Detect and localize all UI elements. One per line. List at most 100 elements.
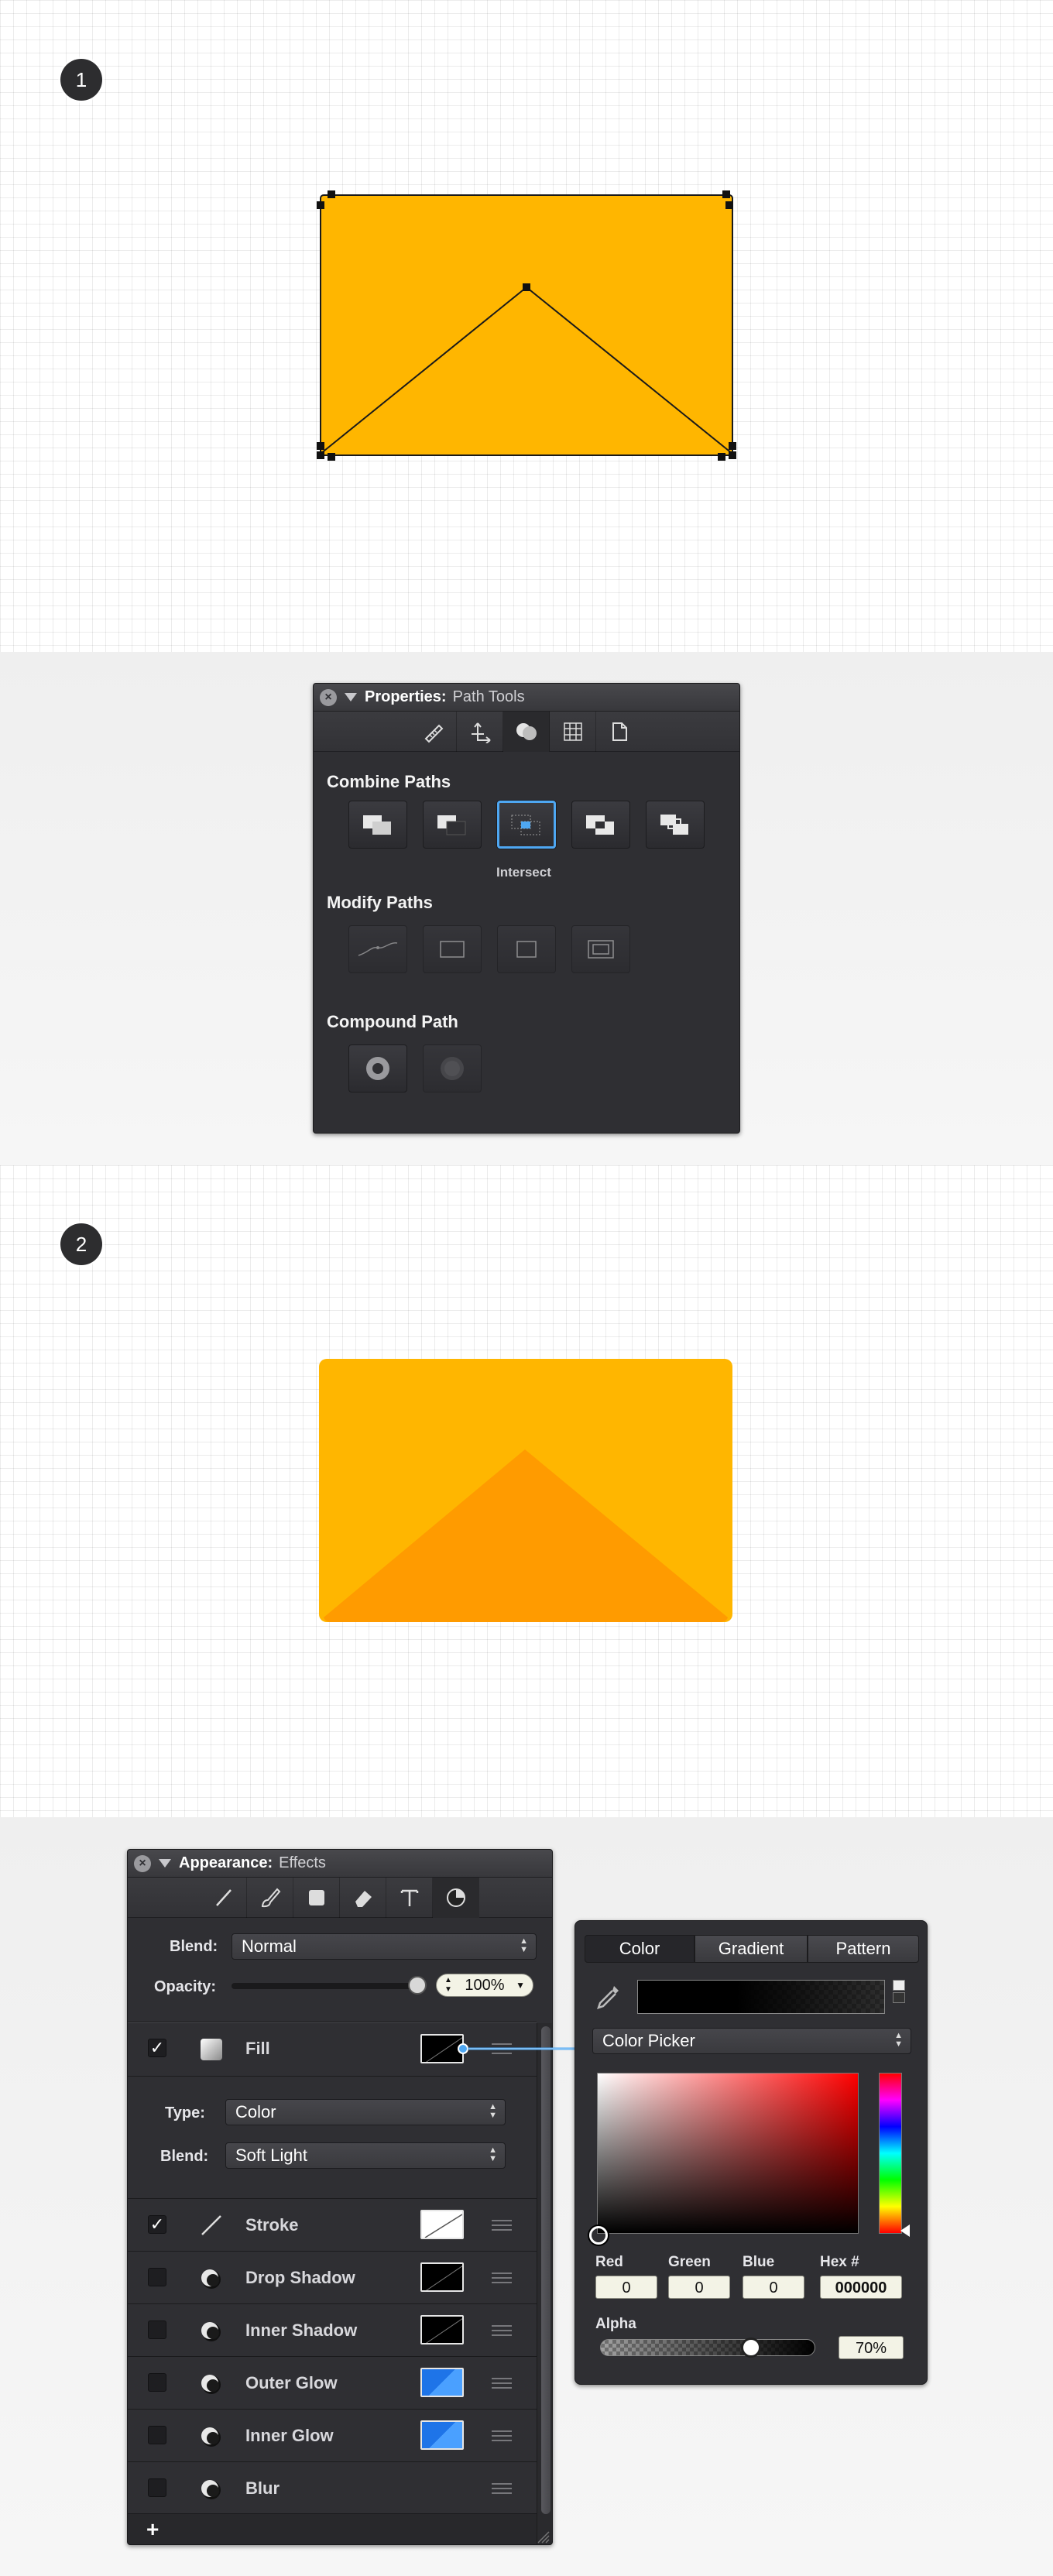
resize-grip-icon[interactable] [535,2529,551,2544]
hex-label: Hex # [820,2254,859,2270]
saturation-value-field[interactable] [597,2073,859,2234]
fill-blend-value: Soft Light [235,2146,307,2165]
union-button[interactable] [348,801,407,849]
eyedropper-icon[interactable] [592,1981,623,2012]
transform-icon[interactable] [457,711,503,752]
intersected-shape[interactable] [319,1359,734,1624]
collapse-triangle-icon[interactable] [345,693,357,701]
add-effect-button[interactable]: + [146,2517,159,2542]
green-field[interactable]: 0 [668,2276,730,2299]
effect-swatch[interactable] [420,2368,464,2397]
fill-type-value: Color [235,2102,276,2122]
red-field[interactable]: 0 [595,2276,657,2299]
hue-slider[interactable] [879,2073,902,2234]
collapse-triangle-icon[interactable] [159,1859,171,1868]
effect-row[interactable]: Inner Shadow [128,2304,537,2357]
swap-colors-icon[interactable] [893,1980,908,2014]
alpha-field[interactable]: 70% [839,2336,904,2359]
effect-name: Blur [245,2478,280,2498]
effect-row[interactable]: Outer Glow [128,2357,537,2410]
effects-icon[interactable] [433,1877,479,1918]
appearance-tabbar [128,1877,552,1918]
release-compound-button[interactable] [423,1044,482,1092]
effect-checkbox[interactable]: ✓ [148,2215,166,2234]
step-badge-2: 2 [60,1223,102,1265]
fill-checkbox[interactable]: ✓ [148,2039,166,2057]
effect-checkbox[interactable] [148,2426,166,2444]
opacity-slider-track[interactable] [232,1983,417,1989]
effect-swatch[interactable] [420,2315,464,2344]
hue-slider-indicator[interactable] [900,2224,910,2237]
brush-icon[interactable] [247,1877,293,1918]
effect-checkbox[interactable] [148,2478,166,2497]
stepper-arrows-icon: ▲ ▼ [444,1976,452,1994]
fill-blend-label: Blend: [160,2148,209,2165]
square-path-button[interactable] [497,925,556,973]
effect-checkbox[interactable] [148,2373,166,2392]
make-compound-icon [366,1057,389,1080]
color-well-preview[interactable] [637,1980,885,2014]
selected-tool-label: Intersect [496,865,551,880]
effect-checkbox[interactable] [148,2268,166,2286]
line-icon[interactable] [201,1877,247,1918]
opacity-slider-thumb[interactable] [408,1976,427,1995]
ruler-icon[interactable] [410,711,457,752]
divide-button[interactable] [646,801,705,849]
intersect-icon [511,815,540,835]
select-arrows-icon: ▲ ▼ [489,2146,497,2163]
rectangle-path-icon [440,941,465,958]
curve-path-button[interactable] [348,925,407,973]
alpha-slider-thumb[interactable] [740,2338,761,2358]
effect-name: Stroke [245,2215,299,2235]
rectangle-path-button[interactable] [423,925,482,973]
close-icon[interactable]: × [320,688,337,706]
drag-handle-icon[interactable] [492,2378,512,2389]
effect-checkbox[interactable] [148,2320,166,2339]
drag-handle-icon[interactable] [492,2430,512,2441]
alpha-slider[interactable] [600,2339,815,2356]
effect-swatch[interactable] [420,2210,464,2239]
path-tools-icon[interactable] [503,711,550,752]
drag-handle-icon[interactable] [492,2483,512,2494]
inset-rect-button[interactable] [571,925,630,973]
fill-blend-select[interactable]: Soft Light ▲ ▼ [225,2142,506,2169]
opacity-value: 100% [465,1977,505,1994]
document-icon[interactable] [596,712,643,752]
divide-icon [660,815,688,835]
blue-field[interactable]: 0 [743,2276,804,2299]
effect-swatch[interactable] [420,2420,464,2450]
scrollbar-track[interactable] [537,2023,552,2544]
opacity-stepper[interactable]: ▲ ▼ 100% ▼ [436,1974,533,1997]
effect-row[interactable]: Inner Glow [128,2410,537,2462]
hex-field[interactable]: 000000 [820,2276,902,2299]
exclude-icon [586,815,614,835]
tab-gradient[interactable]: Gradient [695,1935,808,1963]
text-icon[interactable] [386,1877,433,1918]
drag-handle-icon[interactable] [492,2272,512,2283]
effect-row[interactable]: Blur [128,2462,537,2515]
effect-row[interactable]: ✓ Stroke [128,2199,537,2252]
drag-handle-icon[interactable] [492,2325,512,2336]
select-arrows-icon: ▲ ▼ [894,2031,903,2049]
close-icon[interactable]: × [134,1854,151,1872]
tab-color[interactable]: Color [585,1935,695,1963]
blend-select[interactable]: Normal ▲ ▼ [232,1933,537,1960]
drag-handle-icon[interactable] [492,2220,512,2231]
fill-type-select[interactable]: Color ▲ ▼ [225,2099,506,2125]
effect-name: Drop Shadow [245,2268,355,2287]
color-field-cursor[interactable] [589,2226,608,2245]
make-compound-button[interactable] [348,1044,407,1092]
subtract-button[interactable] [423,801,482,849]
rectangle-with-triangle-path[interactable] [310,186,743,465]
effect-swatch[interactable] [420,2262,464,2292]
effect-row[interactable]: Drop Shadow [128,2252,537,2304]
intersect-button[interactable] [497,801,556,849]
color-mode-select[interactable]: Color Picker ▲ ▼ [592,2028,911,2054]
exclude-button[interactable] [571,801,630,849]
tab-pattern[interactable]: Pattern [808,1935,919,1963]
scrollbar-thumb[interactable] [541,2026,551,2514]
fill-icon[interactable] [293,1877,340,1918]
eraser-icon[interactable] [340,1877,386,1918]
grid-icon[interactable] [550,711,596,752]
red-label: Red [595,2254,623,2270]
